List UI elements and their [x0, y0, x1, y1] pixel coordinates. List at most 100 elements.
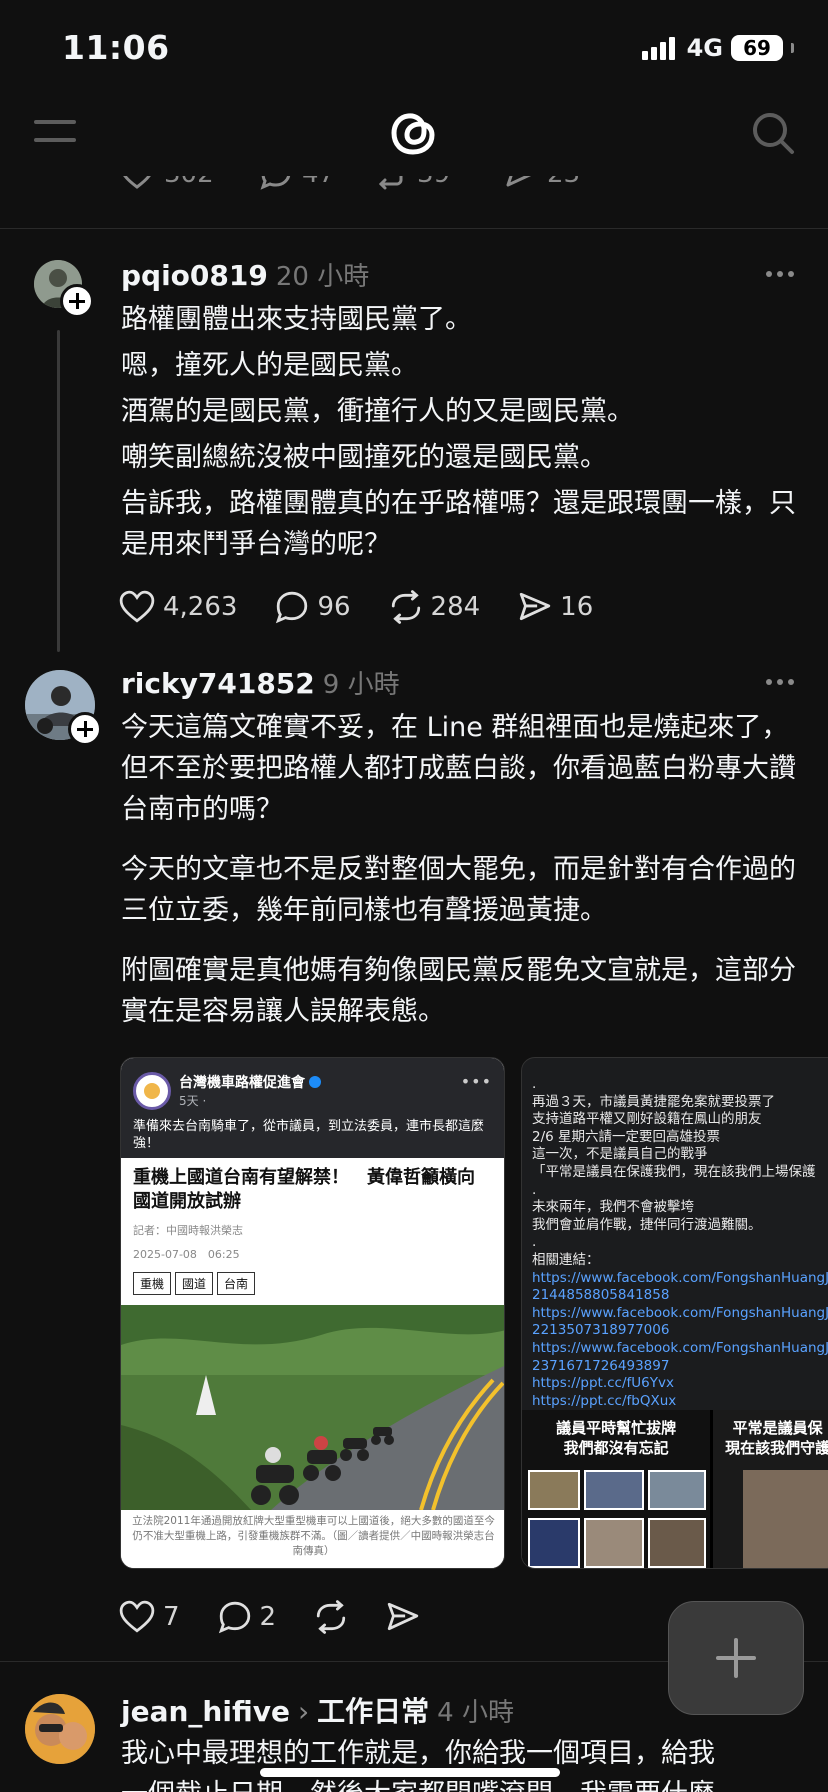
- recall-link: https://www.facebook.com/FongshanHuangJ: [532, 1269, 828, 1286]
- recall-line: 未來兩年，我們不會被擊垮: [532, 1199, 694, 1216]
- compose-button[interactable]: [668, 1601, 804, 1715]
- recall-link: https://ppt.cc/fbQXux: [532, 1392, 677, 1409]
- reply-button[interactable]: 2: [218, 1600, 276, 1634]
- reply-count: 96: [317, 592, 351, 622]
- motorcycle-photo: [121, 1305, 504, 1510]
- follow-plus-icon[interactable]: [60, 284, 94, 318]
- collage-heading: 議員平時幫忙拔牌 我們都沒有忘記: [556, 1419, 677, 1457]
- post-paragraph: 酒駕的是國民黨，衝撞行人的又是國民黨。: [121, 396, 634, 427]
- previous-post-actions: 302 47 39 23: [120, 176, 720, 198]
- recall-link: 2371671726493897: [532, 1357, 670, 1374]
- post-actions: 7 2: [119, 1597, 458, 1637]
- status-bar: 11:06 4G 69: [0, 0, 828, 96]
- prev-reply-count[interactable]: 47: [260, 176, 335, 190]
- share-icon: [387, 1602, 419, 1631]
- reply-icon: [260, 176, 291, 190]
- article-tag: 台南: [217, 1272, 256, 1295]
- post-image-recall-screenshot[interactable]: . 再過３天，市議員黃捷罷免案就要投票了 支持道路平權又剛好設籍在鳳山的朋友 2…: [521, 1057, 828, 1569]
- verified-icon: [309, 1076, 321, 1088]
- page-logo: [133, 1072, 171, 1110]
- recall-link: https://www.facebook.com/FongshanHuangJ: [532, 1339, 828, 1356]
- recall-line: 這一次，不是議員自己的戰爭: [532, 1146, 708, 1163]
- share-count: 16: [560, 592, 594, 622]
- page-name: 台灣機車路權促進會: [179, 1072, 321, 1092]
- news-article: 重機上國道台南有望解禁！ 黃偉哲籲橫向國道開放試辦 記者：中國時報洪榮志 202…: [121, 1158, 504, 1303]
- prev-repost-count[interactable]: 39: [375, 176, 450, 190]
- search-icon[interactable]: [750, 110, 796, 156]
- post-image-news-screenshot[interactable]: 台灣機車路權促進會 5天 · ••• 準備來去台南騎車了，從市議員，到立法委員，…: [120, 1057, 505, 1569]
- thread-line: [57, 330, 60, 652]
- like-count: 4,263: [163, 592, 238, 622]
- like-button[interactable]: 4,263: [119, 590, 237, 624]
- post-body: 今天這篇文確實不妥，在 Line 群組裡面也是燒起來了，但不至於要把路權人都打成…: [121, 707, 801, 1032]
- article-tag: 國道: [175, 1272, 214, 1295]
- post-time: 20 小時: [275, 262, 370, 292]
- fb-post-header: 台灣機車路權促進會 5天 · ••• 準備來去台南騎車了，從市議員，到立法委員，…: [121, 1058, 504, 1158]
- prev-like-count[interactable]: 302: [120, 176, 214, 190]
- heart-icon: [123, 176, 151, 189]
- more-options-icon[interactable]: [766, 679, 794, 685]
- post-header: jean_hifive › 工作日常 4 小時: [121, 1690, 514, 1730]
- recall-text: . 再過３天，市議員黃捷罷免案就要投票了 支持道路平權又剛好設籍在鳳山的朋友 2…: [522, 1058, 828, 1410]
- share-button[interactable]: 16: [518, 590, 593, 624]
- recall-link: 2144858805841858: [532, 1287, 670, 1304]
- recall-link: https://www.facebook.com/FongshanHuangJ: [532, 1304, 828, 1321]
- repost-count: 284: [430, 592, 481, 622]
- post-header: pqio0819 20 小時: [121, 256, 369, 293]
- share-icon: [519, 592, 551, 621]
- post-body: 我心中最理想的工作就是，你給我一個項目，給我 一個截止日期，然後大家都閉嘴滾開，…: [121, 1733, 801, 1792]
- collage-heading: 平常是議員保 現在該我們守護: [725, 1419, 828, 1457]
- recall-line: .: [532, 1234, 537, 1251]
- photo-collage: 議員平時幫忙拔牌 我們都沒有忘記 平常是議員保 現在該我們守護: [522, 1410, 828, 1568]
- heart-icon: [119, 1600, 155, 1633]
- recall-line: .: [532, 1076, 537, 1092]
- recall-line: 「平常是議員在保護我們，現在該我們上場保護: [532, 1163, 816, 1180]
- menu-icon[interactable]: [34, 120, 76, 146]
- like-count: 7: [163, 1602, 180, 1632]
- article-date: 2025-07-08 06:25: [133, 1248, 240, 1261]
- reply-button[interactable]: 96: [275, 590, 351, 624]
- more-options-icon: •••: [460, 1072, 492, 1091]
- page-meta: 5天 ·: [179, 1094, 207, 1108]
- post-time: 9 小時: [322, 670, 400, 700]
- status-indicators: 4G 69: [641, 34, 794, 62]
- username[interactable]: jean_hifive: [121, 1695, 290, 1728]
- reply-icon: [276, 591, 308, 624]
- post-body: 路權團體出來支持國民黨了。 嗯，撞死人的是國民黨。 酒駕的是國民黨，衝撞行人的又…: [121, 299, 801, 565]
- repost-icon: [391, 590, 420, 624]
- collage-panel: 平常是議員保 現在該我們守護: [713, 1410, 828, 1568]
- post-paragraph: 路權團體出來支持國民黨了。: [121, 304, 472, 335]
- divider: [0, 228, 828, 229]
- recall-line: 我們會並肩作戰，捷伴同行渡過難關。: [532, 1216, 762, 1233]
- threads-logo-icon[interactable]: [388, 104, 440, 160]
- article-title: 重機上國道台南有望解禁！ 黃偉哲籲橫向國道開放試辦: [133, 1167, 475, 1212]
- repost-icon: [316, 1600, 346, 1634]
- username[interactable]: pqio0819: [121, 259, 268, 292]
- share-icon: [506, 176, 532, 187]
- share-button[interactable]: [386, 1600, 420, 1634]
- recall-link: https://ppt.cc/fU6Yvx: [532, 1375, 674, 1392]
- network-label: 4G: [686, 34, 723, 62]
- heart-icon: [119, 590, 155, 623]
- recall-line: 2/6 星期六請一定要回高雄投票: [532, 1128, 721, 1145]
- article-tags: 重機 國道 台南: [133, 1272, 492, 1295]
- recall-line: 支持道路平權又剛好設籍在鳳山的朋友: [532, 1111, 762, 1128]
- topic-tag[interactable]: 工作日常: [317, 1695, 429, 1728]
- like-button[interactable]: 7: [119, 1600, 180, 1634]
- repost-button[interactable]: [314, 1600, 348, 1634]
- repost-button[interactable]: 284: [389, 590, 481, 624]
- repost-icon: [378, 176, 403, 190]
- more-options-icon[interactable]: [766, 271, 794, 277]
- article-tag: 重機: [133, 1272, 172, 1295]
- username[interactable]: ricky741852: [121, 667, 315, 700]
- collage-panel: 議員平時幫忙拔牌 我們都沒有忘記: [522, 1410, 711, 1568]
- home-indicator[interactable]: [260, 1768, 560, 1777]
- post-header: ricky741852 9 小時: [121, 664, 400, 701]
- avatar[interactable]: [25, 1694, 95, 1764]
- post-paragraph: 嘲笑副總統沒被中國撞死的還是國民黨。: [121, 442, 607, 473]
- prev-share-count[interactable]: 23: [505, 176, 580, 190]
- signal-icon: [641, 36, 675, 60]
- post-paragraph: 今天這篇文確實不妥，在 Line 群組裡面也是燒起來了，但不至於要把路權人都打成…: [121, 712, 796, 825]
- post-actions: 4,263 96 284 16: [119, 587, 631, 627]
- follow-plus-icon[interactable]: [68, 712, 102, 746]
